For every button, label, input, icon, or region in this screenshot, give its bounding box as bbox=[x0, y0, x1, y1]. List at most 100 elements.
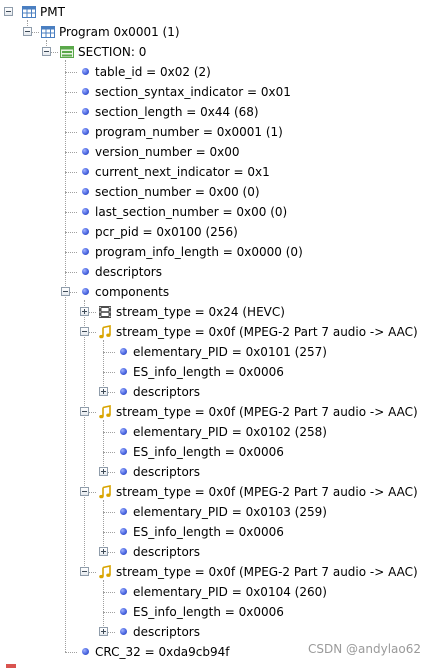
tree-node-pmt[interactable]: PMT bbox=[0, 2, 429, 22]
expand-toggle[interactable] bbox=[80, 307, 89, 316]
tree-connector-line bbox=[65, 92, 77, 93]
tree-connector-line bbox=[103, 352, 115, 353]
tree-node-section-0[interactable]: SECTION: 0 bbox=[0, 42, 429, 62]
bullet-icon bbox=[120, 588, 127, 595]
tree-node-label: elementary_PID = 0x0102 (258) bbox=[133, 425, 327, 439]
bullet-icon bbox=[120, 348, 127, 355]
music-note-icon bbox=[98, 485, 112, 499]
tree-node-stream-type-0x0f-mpeg-2-part-7-audio-aac[interactable]: stream_type = 0x0f (MPEG-2 Part 7 audio … bbox=[0, 322, 429, 342]
expand-toggle[interactable] bbox=[99, 387, 108, 396]
tree-node-program-number-0x0001-1[interactable]: program_number = 0x0001 (1) bbox=[0, 122, 429, 142]
tree-connector-line bbox=[103, 532, 115, 533]
tree-node-label: ES_info_length = 0x0006 bbox=[133, 605, 284, 619]
bullet-icon bbox=[120, 508, 127, 515]
tree-node-label: descriptors bbox=[133, 625, 200, 639]
bullet-icon bbox=[82, 88, 89, 95]
tree-node-label: section_length = 0x44 (68) bbox=[95, 105, 259, 119]
tree-connector-line bbox=[65, 192, 77, 193]
tree-node-section-syntax-indicator-0x01[interactable]: section_syntax_indicator = 0x01 bbox=[0, 82, 429, 102]
tree-node-descriptors[interactable]: descriptors bbox=[0, 382, 429, 402]
tree-node-es-info-length-0x0006[interactable]: ES_info_length = 0x0006 bbox=[0, 522, 429, 542]
tree-node-last-section-number-0x00-0[interactable]: last_section_number = 0x00 (0) bbox=[0, 202, 429, 222]
table-icon bbox=[22, 5, 36, 19]
collapse-toggle[interactable] bbox=[80, 407, 89, 416]
tree-node-label: last_section_number = 0x00 (0) bbox=[95, 205, 288, 219]
tree-connector-line bbox=[65, 652, 77, 653]
tree-node-components[interactable]: components bbox=[0, 282, 429, 302]
tree-node-section-length-0x44-68[interactable]: section_length = 0x44 (68) bbox=[0, 102, 429, 122]
tree-node-label: stream_type = 0x0f (MPEG-2 Part 7 audio … bbox=[116, 485, 418, 499]
bullet-icon bbox=[120, 528, 127, 535]
tree-node-es-info-length-0x0006[interactable]: ES_info_length = 0x0006 bbox=[0, 362, 429, 382]
expand-toggle[interactable] bbox=[99, 547, 108, 556]
tree-node-program-info-length-0x0000-0[interactable]: program_info_length = 0x0000 (0) bbox=[0, 242, 429, 262]
tree-node-label: descriptors bbox=[133, 385, 200, 399]
tree-node-stream-type-0x24-hevc[interactable]: stream_type = 0x24 (HEVC) bbox=[0, 302, 429, 322]
bullet-icon bbox=[82, 268, 89, 275]
tree-node-stream-type-0x0f-mpeg-2-part-7-audio-aac[interactable]: stream_type = 0x0f (MPEG-2 Part 7 audio … bbox=[0, 482, 429, 502]
tree-connector-line bbox=[65, 132, 77, 133]
collapse-toggle[interactable] bbox=[61, 287, 70, 296]
tree-node-current-next-indicator-0x1[interactable]: current_next_indicator = 0x1 bbox=[0, 162, 429, 182]
collapse-toggle[interactable] bbox=[80, 327, 89, 336]
tree-node-stream-type-0x0f-mpeg-2-part-7-audio-aac[interactable]: stream_type = 0x0f (MPEG-2 Part 7 audio … bbox=[0, 562, 429, 582]
bullet-icon bbox=[82, 128, 89, 135]
table-icon bbox=[41, 25, 55, 39]
tree-connector-line bbox=[65, 112, 77, 113]
tree-node-label: SECTION: 0 bbox=[78, 45, 147, 59]
bullet-icon bbox=[82, 648, 89, 655]
collapse-toggle[interactable] bbox=[80, 567, 89, 576]
tree-node-label: elementary_PID = 0x0104 (260) bbox=[133, 585, 327, 599]
tree-connector-line bbox=[65, 252, 77, 253]
tree-node-label: descriptors bbox=[95, 265, 162, 279]
bullet-icon bbox=[120, 448, 127, 455]
collapse-toggle[interactable] bbox=[4, 7, 13, 16]
tree-node-es-info-length-0x0006[interactable]: ES_info_length = 0x0006 bbox=[0, 442, 429, 462]
tree-node-label: descriptors bbox=[133, 465, 200, 479]
music-note-icon bbox=[98, 325, 112, 339]
tree-view: PMT Program 0x0001 (1) SECTION: 0 table_id … bbox=[0, 0, 429, 668]
bullet-icon bbox=[82, 188, 89, 195]
music-note-icon bbox=[98, 565, 112, 579]
tree-node-program-0x0001-1[interactable]: Program 0x0001 (1) bbox=[0, 22, 429, 42]
tree-node-label: stream_type = 0x0f (MPEG-2 Part 7 audio … bbox=[116, 405, 418, 419]
collapse-toggle[interactable] bbox=[80, 487, 89, 496]
tree-node-label: descriptors bbox=[133, 545, 200, 559]
tree-node-table-id-0x02-2[interactable]: table_id = 0x02 (2) bbox=[0, 62, 429, 82]
bullet-icon bbox=[82, 228, 89, 235]
tree-node-descriptors[interactable]: descriptors bbox=[0, 462, 429, 482]
collapse-toggle[interactable] bbox=[23, 27, 32, 36]
tree-connector-line bbox=[65, 232, 77, 233]
tree-node-descriptors[interactable]: descriptors bbox=[0, 542, 429, 562]
tree-node-label: ES_info_length = 0x0006 bbox=[133, 365, 284, 379]
bullet-icon bbox=[82, 248, 89, 255]
expand-toggle[interactable] bbox=[99, 627, 108, 636]
tree-node-version-number-0x00[interactable]: version_number = 0x00 bbox=[0, 142, 429, 162]
tree-node-label: program_info_length = 0x0000 (0) bbox=[95, 245, 303, 259]
tree-node-label: Program 0x0001 (1) bbox=[59, 25, 180, 39]
bullet-icon bbox=[82, 168, 89, 175]
collapse-toggle[interactable] bbox=[42, 47, 51, 56]
bullet-icon bbox=[120, 368, 127, 375]
tree-node-es-info-length-0x0006[interactable]: ES_info_length = 0x0006 bbox=[0, 602, 429, 622]
film-icon bbox=[98, 305, 112, 319]
tree-node-section-number-0x00-0[interactable]: section_number = 0x00 (0) bbox=[0, 182, 429, 202]
tree-node-elementary-pid-0x0102-258[interactable]: elementary_PID = 0x0102 (258) bbox=[0, 422, 429, 442]
tree-connector-line bbox=[65, 152, 77, 153]
bullet-icon bbox=[82, 288, 89, 295]
tree-node-stream-type-0x0f-mpeg-2-part-7-audio-aac[interactable]: stream_type = 0x0f (MPEG-2 Part 7 audio … bbox=[0, 402, 429, 422]
bullet-icon bbox=[82, 148, 89, 155]
expand-toggle[interactable] bbox=[99, 467, 108, 476]
tree-node-descriptors[interactable]: descriptors bbox=[0, 622, 429, 642]
tree-node-pcr-pid-0x0100-256[interactable]: pcr_pid = 0x0100 (256) bbox=[0, 222, 429, 242]
tree-node-label: stream_type = 0x0f (MPEG-2 Part 7 audio … bbox=[116, 325, 418, 339]
tree-node-label: section_number = 0x00 (0) bbox=[95, 185, 260, 199]
tree-node-elementary-pid-0x0101-257[interactable]: elementary_PID = 0x0101 (257) bbox=[0, 342, 429, 362]
tree-node-descriptors[interactable]: descriptors bbox=[0, 262, 429, 282]
tree-node-elementary-pid-0x0103-259[interactable]: elementary_PID = 0x0103 (259) bbox=[0, 502, 429, 522]
tree-node-label: ES_info_length = 0x0006 bbox=[133, 525, 284, 539]
tree-connector-line bbox=[103, 372, 115, 373]
tree-node-elementary-pid-0x0104-260[interactable]: elementary_PID = 0x0104 (260) bbox=[0, 582, 429, 602]
bullet-icon bbox=[120, 608, 127, 615]
tree-node-label: program_number = 0x0001 (1) bbox=[95, 125, 283, 139]
